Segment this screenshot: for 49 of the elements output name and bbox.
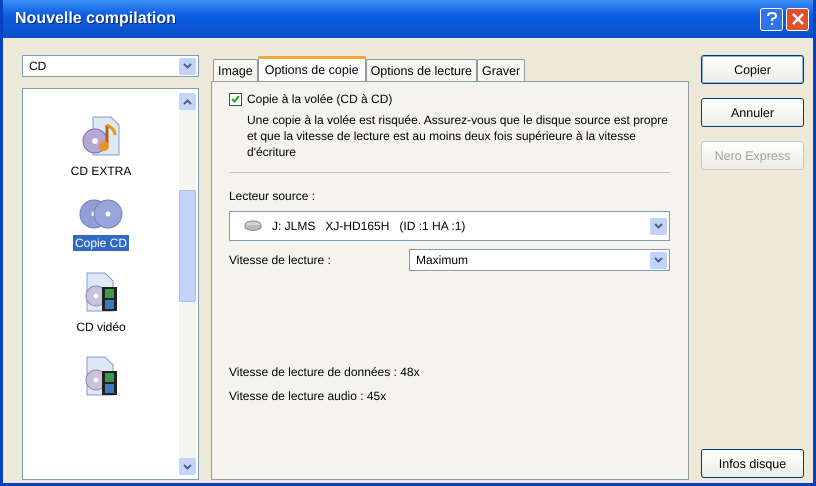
help-button[interactable]: [760, 8, 783, 30]
compilation-item[interactable]: Copie CD: [72, 199, 130, 251]
disc-info-button[interactable]: Infos disque: [701, 449, 804, 478]
check-icon: [231, 95, 240, 103]
disc-film-document-icon: [83, 355, 119, 397]
checkbox[interactable]: [229, 92, 242, 106]
dropdown-value: Maximum: [416, 253, 468, 267]
compilation-item[interactable]: [83, 355, 119, 397]
type-dropdown[interactable]: CD: [22, 55, 199, 77]
warning-text: Une copie à la volée est risquée. Assurez-vous que le disque source est propre et que la vitesse de lecture est au moins deux fois supérieure à la vitesse d'écriture: [247, 112, 669, 160]
disc-pair-icon: [79, 199, 123, 229]
window-title: Nouvelle compilation: [15, 10, 176, 28]
dropdown-button[interactable]: [650, 252, 667, 268]
scroll-down-button[interactable]: [179, 458, 196, 475]
tab[interactable]: Options de lecture: [366, 59, 478, 81]
dialog-button[interactable]: Annuler: [701, 98, 804, 127]
tab[interactable]: Options de copie: [258, 56, 366, 81]
source-dropdown[interactable]: J: JLMS XJ-HD165H (ID :1 HA :1): [229, 211, 670, 241]
drive-ids: (ID :1 HA :1): [399, 219, 466, 233]
scroll-up-button[interactable]: [179, 93, 196, 110]
source-label: Lecteur source :: [229, 189, 316, 203]
chevron-down-icon: [654, 223, 663, 229]
dropdown-button[interactable]: [650, 218, 667, 234]
dialog-button[interactable]: Copier: [701, 55, 804, 84]
dropdown-value: CD: [29, 59, 46, 73]
chevron-down-icon: [183, 63, 192, 69]
dropdown-button[interactable]: [179, 58, 196, 74]
tab[interactable]: Graver: [477, 59, 526, 81]
compilation-item[interactable]: CD vidéo: [74, 271, 128, 335]
speed-info: Vitesse de lecture audio : 45x: [229, 389, 388, 403]
chevron-down-icon: [183, 464, 192, 470]
close-button[interactable]: [786, 8, 809, 30]
checkbox-label[interactable]: Copie à la volée (CD à CD): [247, 92, 392, 106]
compilation-item[interactable]: CD EXTRA: [68, 115, 134, 179]
speed-label: Vitesse de lecture :: [229, 253, 332, 267]
drive-model: XJ-HD165H: [325, 219, 390, 233]
chevron-down-icon: [654, 257, 663, 263]
disc-music-document-icon: [81, 115, 121, 157]
speed-dropdown[interactable]: Maximum: [409, 249, 670, 271]
drive-icon: [244, 220, 262, 232]
speed-info: Vitesse de lecture de données : 48x: [229, 365, 421, 379]
scrollbar[interactable]: [179, 93, 196, 475]
tab[interactable]: Image: [213, 59, 258, 81]
help-icon: [766, 12, 778, 26]
drive-name: J: JLMS: [272, 219, 316, 233]
disc-film-document-icon: [82, 271, 119, 313]
chevron-up-icon: [183, 98, 192, 104]
scroll-thumb[interactable]: [179, 190, 196, 302]
close-icon: [792, 13, 804, 25]
